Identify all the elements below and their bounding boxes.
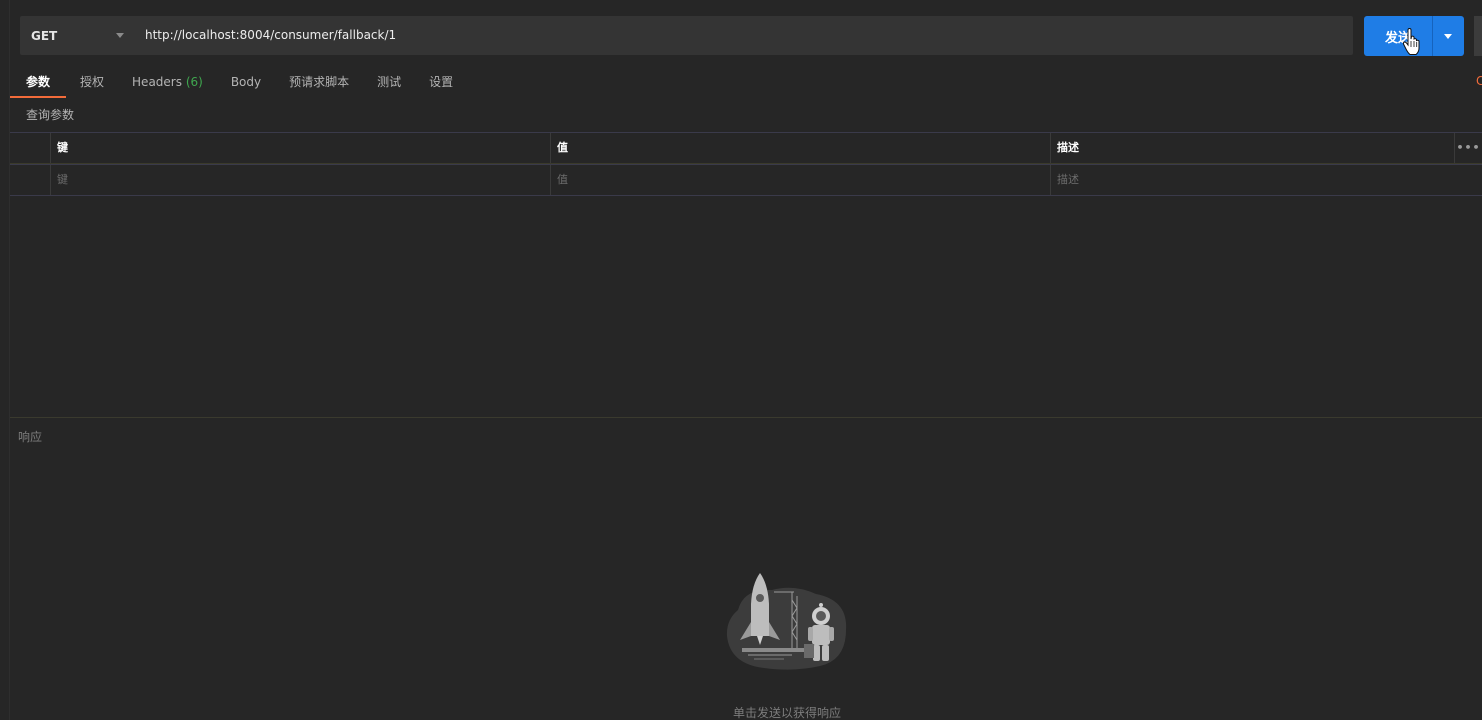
left-guide-line (9, 0, 10, 720)
response-empty-message: 单击发送以获得响应 (732, 706, 841, 720)
tab-params-label: 参数 (26, 75, 51, 89)
request-tabs: 参数 授权 Headers (6) Body 预请求脚本 测试 设置 (10, 66, 467, 98)
headers-count-badge: (6) (185, 75, 203, 89)
tab-settings[interactable]: 设置 (415, 66, 467, 98)
tab-pre-request-script[interactable]: 预请求脚本 (275, 66, 363, 98)
param-value-input[interactable]: 值 (550, 165, 1050, 195)
tab-params[interactable]: 参数 (10, 66, 67, 98)
column-header-description: 描述 (1050, 133, 1454, 163)
param-description-input[interactable]: 描述 (1050, 165, 1454, 195)
params-table-header: 键 值 描述 ••• (10, 132, 1482, 164)
tab-headers[interactable]: Headers (6) (118, 66, 217, 98)
save-button-edge[interactable] (1474, 16, 1482, 56)
method-select[interactable]: GET (20, 16, 132, 55)
more-options-icon[interactable]: ••• (1454, 133, 1482, 163)
send-options-dropdown[interactable] (1433, 16, 1464, 56)
tab-headers-label: Headers (132, 75, 182, 89)
tab-tests[interactable]: 测试 (363, 66, 415, 98)
param-key-input[interactable]: 键 (50, 165, 550, 195)
tab-body[interactable]: Body (217, 66, 275, 98)
hand-pointer-cursor-icon (1402, 28, 1420, 55)
url-input[interactable]: http://localhost:8004/consumer/fallback/… (145, 16, 1335, 55)
cookies-link[interactable]: C (1476, 74, 1482, 88)
query-params-title: 查询参数 (26, 108, 75, 122)
request-editor: GET http://localhost:8004/consumer/fallb… (0, 0, 1482, 720)
response-title: 响应 (18, 430, 43, 444)
chevron-down-icon (1444, 34, 1452, 39)
chevron-down-icon (116, 33, 124, 38)
method-label: GET (31, 28, 58, 43)
params-table: 键 值 描述 ••• 键 值 描述 (10, 132, 1482, 196)
tab-authorization-label: 授权 (80, 75, 105, 89)
pane-resize-handle[interactable] (10, 417, 1482, 418)
tab-settings-label: 设置 (429, 75, 454, 89)
column-header-value: 值 (550, 133, 1050, 163)
table-row: 键 值 描述 (10, 164, 1482, 196)
tab-authorization[interactable]: 授权 (66, 66, 118, 98)
column-header-key: 键 (50, 133, 550, 163)
request-bar: GET http://localhost:8004/consumer/fallb… (20, 16, 1353, 55)
rocket-astronaut-illustration (726, 573, 847, 670)
tab-body-label: Body (230, 75, 262, 89)
tab-pre-request-script-label: 预请求脚本 (289, 75, 350, 89)
tab-tests-label: 测试 (377, 75, 402, 89)
